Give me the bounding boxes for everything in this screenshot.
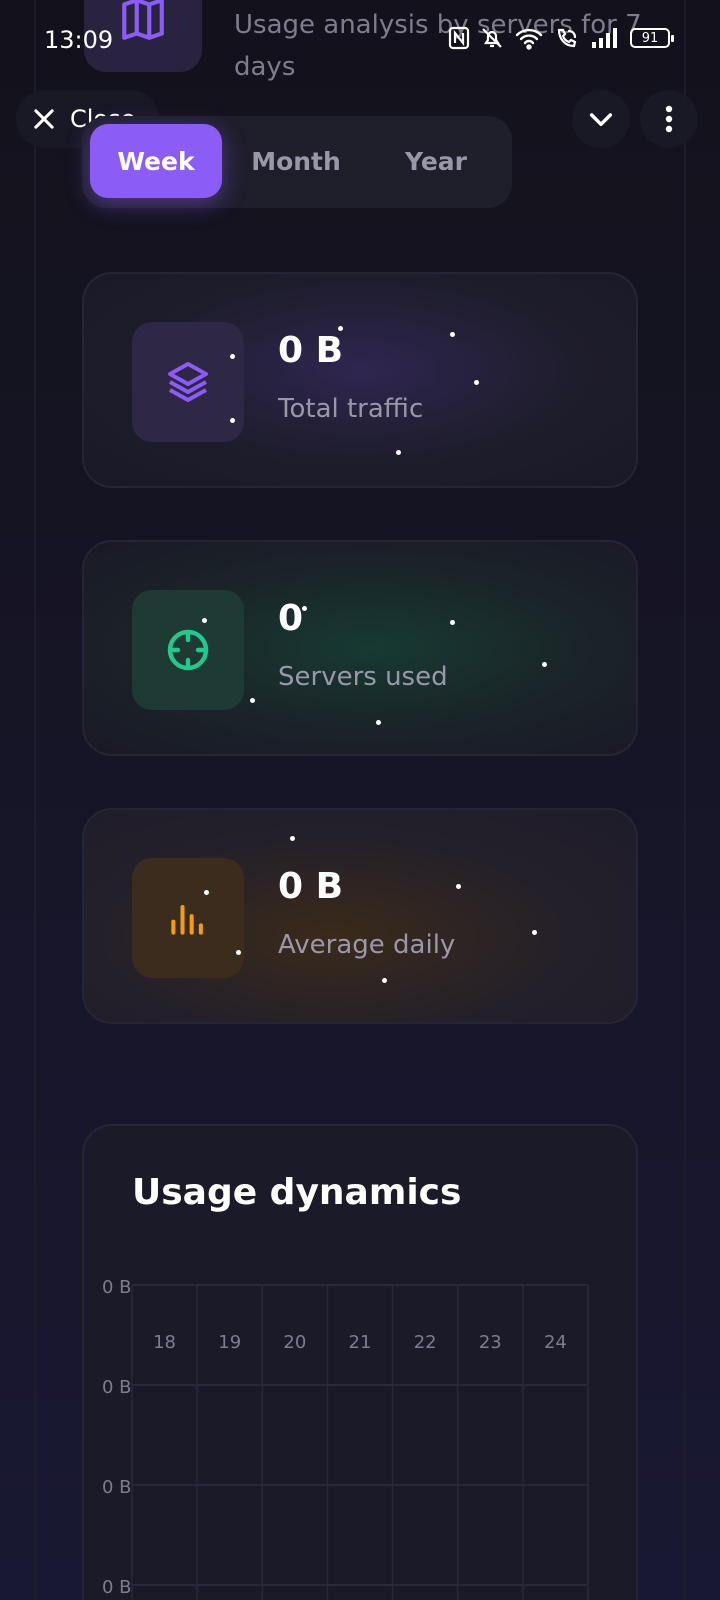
x-tick-label: 18 — [153, 1332, 176, 1353]
x-tick-label: 19 — [218, 1332, 241, 1353]
y-tick-label: 0 B — [102, 1277, 132, 1298]
x-tick-label: 22 — [414, 1332, 437, 1353]
usage-dynamics-chart: 0 B 0 B 0 B 0 B 18 19 20 21 22 23 24 — [102, 1277, 589, 1600]
x-tick-label: 21 — [349, 1332, 372, 1353]
x-tick-label: 24 — [544, 1332, 567, 1353]
y-tick-label: 0 B — [102, 1477, 132, 1498]
y-tick-label: 0 B — [102, 1577, 132, 1598]
usage-screen: Usage analysis by servers for 7 days 13:… — [0, 0, 720, 1600]
y-tick-label: 0 B — [102, 1377, 132, 1398]
x-tick-label: 23 — [479, 1332, 502, 1353]
x-tick-label: 20 — [283, 1332, 306, 1353]
